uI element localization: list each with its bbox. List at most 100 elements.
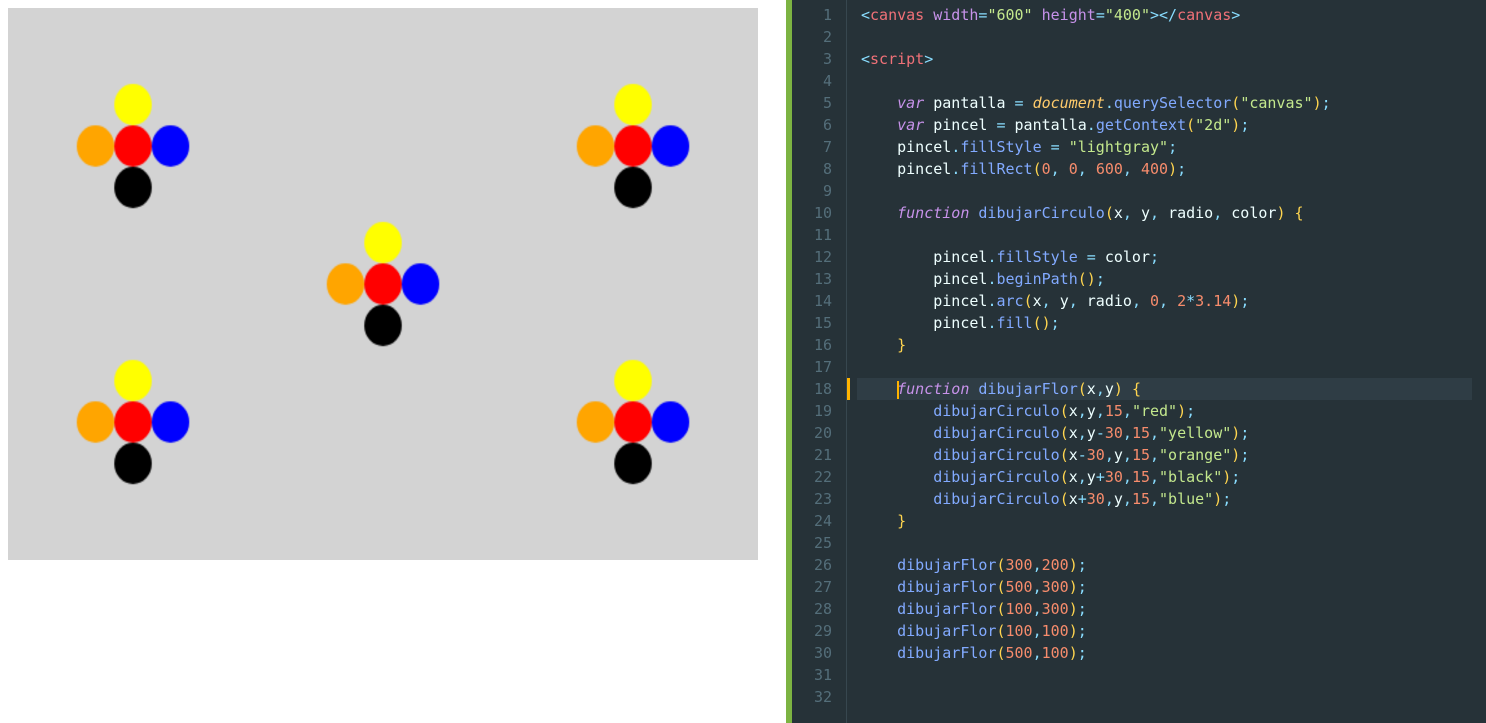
code-line[interactable]: <canvas width="600" height="400"></canva… [857, 4, 1486, 26]
code-line[interactable]: pincel.fillRect(0, 0, 600, 400); [857, 158, 1486, 180]
line-number[interactable]: 15 [792, 312, 832, 334]
code-line[interactable]: <script> [857, 48, 1486, 70]
code-token: 300 [1042, 578, 1069, 596]
code-token: + [1078, 490, 1087, 508]
code-line[interactable]: dibujarCirculo(x-30,y,15,"orange"); [857, 444, 1486, 466]
code-line[interactable]: dibujarCirculo(x,y,15,"red"); [857, 400, 1486, 422]
code-token: x [1069, 402, 1078, 420]
code-token: fillRect [960, 160, 1032, 178]
line-number[interactable]: 3 [792, 48, 832, 70]
line-number[interactable]: 10 [792, 202, 832, 224]
line-number[interactable]: 6 [792, 114, 832, 136]
line-number[interactable]: 13 [792, 268, 832, 290]
code-token: ( [1231, 94, 1240, 112]
code-token: fillStyle [996, 248, 1077, 266]
code-token: radio [1087, 292, 1132, 310]
code-token: script [870, 50, 924, 68]
line-number[interactable]: 31 [792, 664, 832, 686]
code-token: , [1078, 160, 1096, 178]
code-token: y [1087, 468, 1096, 486]
code-line[interactable] [857, 664, 1486, 686]
line-number[interactable]: 24 [792, 510, 832, 532]
line-number[interactable]: 9 [792, 180, 832, 202]
code-token: , [1078, 424, 1087, 442]
code-token: height [1042, 6, 1096, 24]
code-line[interactable]: dibujarFlor(100,300); [857, 598, 1486, 620]
vertical-scrollbar[interactable] [1472, 0, 1486, 723]
code-token [861, 402, 933, 420]
code-line[interactable]: pincel.beginPath(); [857, 268, 1486, 290]
code-token: ; [1078, 644, 1087, 662]
code-token: dibujarFlor [897, 556, 996, 574]
code-line[interactable]: dibujarFlor(500,300); [857, 576, 1486, 598]
line-number[interactable]: 29 [792, 620, 832, 642]
line-number[interactable]: 4 [792, 70, 832, 92]
code-token: 500 [1006, 644, 1033, 662]
code-token: pincel [933, 292, 987, 310]
code-token: } [897, 336, 906, 354]
line-number[interactable]: 2 [792, 26, 832, 48]
code-line[interactable]: dibujarCirculo(x+30,y,15,"blue"); [857, 488, 1486, 510]
line-number[interactable]: 8 [792, 158, 832, 180]
line-number[interactable]: 21 [792, 444, 832, 466]
code-line[interactable]: pincel.fillStyle = "lightgray"; [857, 136, 1486, 158]
code-token: . [1087, 116, 1096, 134]
code-line[interactable] [857, 26, 1486, 48]
code-token: - [1096, 424, 1105, 442]
code-line[interactable]: } [857, 334, 1486, 356]
code-token: - [1078, 446, 1087, 464]
code-line[interactable]: dibujarFlor(300,200); [857, 554, 1486, 576]
code-line[interactable]: dibujarFlor(500,100); [857, 642, 1486, 664]
code-editor[interactable]: <canvas width="600" height="400"></canva… [847, 0, 1486, 723]
code-line[interactable]: pincel.fillStyle = color; [857, 246, 1486, 268]
code-token: dibujarFlor [897, 644, 996, 662]
code-line[interactable]: dibujarCirculo(x,y-30,15,"yellow"); [857, 422, 1486, 444]
line-number[interactable]: 19 [792, 400, 832, 422]
line-number[interactable]: 18 [792, 378, 832, 400]
code-line[interactable] [857, 686, 1486, 708]
code-token [861, 160, 897, 178]
code-line[interactable]: dibujarFlor(100,100); [857, 620, 1486, 642]
line-number[interactable]: 11 [792, 224, 832, 246]
line-number[interactable]: 30 [792, 642, 832, 664]
line-number[interactable]: 5 [792, 92, 832, 114]
line-number[interactable]: 22 [792, 466, 832, 488]
code-line[interactable] [857, 532, 1486, 554]
line-number[interactable]: 26 [792, 554, 832, 576]
code-line[interactable]: dibujarCirculo(x,y+30,15,"black"); [857, 466, 1486, 488]
line-number[interactable]: 16 [792, 334, 832, 356]
line-number[interactable]: 12 [792, 246, 832, 268]
line-number[interactable]: 25 [792, 532, 832, 554]
code-line[interactable]: pincel.fill(); [857, 312, 1486, 334]
code-token: dibujarFlor [897, 578, 996, 596]
line-number[interactable]: 17 [792, 356, 832, 378]
code-token: y [1087, 402, 1096, 420]
code-line[interactable] [857, 356, 1486, 378]
code-line[interactable] [857, 70, 1486, 92]
line-number[interactable]: 23 [792, 488, 832, 510]
code-token: < [861, 6, 870, 24]
code-line[interactable]: var pantalla = document.querySelector("c… [857, 92, 1486, 114]
line-number[interactable]: 27 [792, 576, 832, 598]
code-token: color [1231, 204, 1276, 222]
code-token [861, 314, 933, 332]
code-token: 3.14 [1195, 292, 1231, 310]
code-line[interactable]: } [857, 510, 1486, 532]
code-token: dibujarFlor [978, 380, 1077, 398]
preview-pane [0, 0, 786, 723]
line-number[interactable]: 7 [792, 136, 832, 158]
line-number[interactable]: 1 [792, 4, 832, 26]
line-number[interactable]: 32 [792, 686, 832, 708]
code-line[interactable]: function dibujarCirculo(x, y, radio, col… [857, 202, 1486, 224]
code-token: ; [1078, 622, 1087, 640]
code-line[interactable] [857, 180, 1486, 202]
code-line[interactable]: pincel.arc(x, y, radio, 0, 2*3.14); [857, 290, 1486, 312]
line-number[interactable]: 28 [792, 598, 832, 620]
line-number[interactable]: 14 [792, 290, 832, 312]
code-line[interactable]: function dibujarFlor(x,y) { [857, 378, 1486, 400]
line-number[interactable]: 20 [792, 422, 832, 444]
code-token [1024, 94, 1033, 112]
code-line[interactable]: var pincel = pantalla.getContext("2d"); [857, 114, 1486, 136]
code-line[interactable] [857, 224, 1486, 246]
line-number-gutter[interactable]: 1234567891011121314151617181920212223242… [792, 0, 847, 723]
